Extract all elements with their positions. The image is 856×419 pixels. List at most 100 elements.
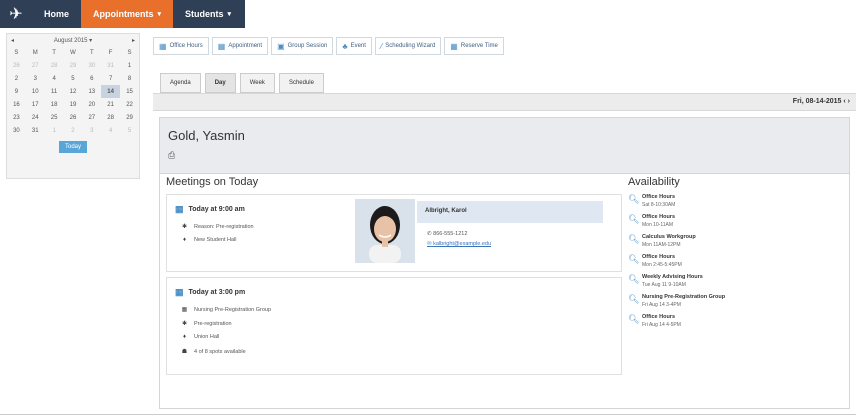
calendar-day[interactable]: 2 <box>7 72 26 85</box>
calendar-day[interactable]: 8 <box>120 72 139 85</box>
tab-agenda[interactable]: Agenda <box>160 73 201 93</box>
calendar-day[interactable]: 10 <box>26 85 45 98</box>
calendar-icon: ▦ <box>450 41 458 51</box>
person-phone: ✆ 866-555-1212 <box>427 231 467 237</box>
event-button[interactable]: ♣ Event <box>336 37 372 55</box>
calendar-month-select[interactable]: August 2015 ▾ <box>54 37 92 44</box>
gear-icon: ✱ <box>181 224 188 230</box>
availability-item[interactable]: 🔍︎ Weekly Advising Hours Tue Aug 11 9-10AM <box>628 274 844 288</box>
availability-section: Availability 🔍︎ Office Hours Sat 8-10:30AM… <box>628 176 844 334</box>
calendar-day[interactable]: 2 <box>64 124 83 137</box>
person-email[interactable]: ✉ kalbright@example.edu <box>427 241 491 247</box>
reserve-time-button[interactable]: ▦ Reserve Time <box>444 37 504 55</box>
person-photo-image <box>355 199 415 263</box>
calendar-day[interactable]: 3 <box>26 72 45 85</box>
meeting-time-label: Today at 9:00 am <box>188 206 245 213</box>
calendar-day[interactable]: 27 <box>26 59 45 72</box>
availability-item[interactable]: 🔍︎ Office Hours Fri Aug 14 4-5PM <box>628 314 844 328</box>
group-session-button[interactable]: ▣ Group Session <box>271 37 334 55</box>
calendar-day[interactable]: 14 <box>101 85 121 98</box>
availability-item-title: Nursing Pre-Registration Group <box>642 294 726 300</box>
nav-students-label: Students <box>185 9 224 19</box>
availability-item[interactable]: 🔍︎ Office Hours Mon 10-11AM <box>628 214 844 228</box>
location-pin-icon: ♦ <box>182 237 187 243</box>
nav-home[interactable]: Home <box>32 0 81 28</box>
calendar-day[interactable]: 13 <box>82 85 101 98</box>
tab-week[interactable]: Week <box>239 73 275 93</box>
availability-item[interactable]: 🔍︎ Office Hours Sat 8-10:30AM <box>628 194 844 208</box>
availability-item[interactable]: 🔍︎ Office Hours Mon 2:45-5:45PM <box>628 254 844 268</box>
calendar-day[interactable]: 19 <box>64 98 83 111</box>
calendar-day[interactable]: 1 <box>120 59 139 72</box>
calendar-next-button[interactable]: ▸ <box>132 37 135 44</box>
calendar-day[interactable]: 26 <box>64 111 83 124</box>
availability-item[interactable]: 🔍︎ Nursing Pre-Registration Group Fri Aug … <box>628 294 844 308</box>
meeting-spots-text: 4 of 8 spots available <box>194 348 246 355</box>
meeting-group: ▦ Nursing Pre-Registration Group <box>181 306 272 314</box>
calendar-day[interactable]: 24 <box>26 111 45 124</box>
meeting-card[interactable]: ▦ Today at 3:00 pm ▦ Nursing Pre-Registrat… <box>166 277 622 375</box>
calendar-day[interactable]: 5 <box>120 124 139 137</box>
meeting-card[interactable]: ▦ Today at 9:00 am ✱ Reason: Pre-registrat… <box>166 194 622 272</box>
meetings-title: Meetings on Today <box>166 176 259 188</box>
student-panel: Gold, Yasmin ⎙ Meetings on Today ▦ Today … <box>159 117 850 409</box>
calendar-day[interactable]: 29 <box>120 111 139 124</box>
divider <box>0 414 856 415</box>
calendar-day[interactable]: 27 <box>82 111 101 124</box>
calendar-day[interactable]: 28 <box>101 111 120 124</box>
weekday-label: T <box>89 49 94 56</box>
availability-item[interactable]: 🔍︎ Calculus Workgroup Mon 11AM-12PM <box>628 234 844 248</box>
calendar-day[interactable]: 22 <box>120 98 139 111</box>
calendar-day[interactable]: 4 <box>101 124 120 137</box>
calendar-day[interactable]: 23 <box>7 111 26 124</box>
calendar-day[interactable]: 28 <box>45 59 64 72</box>
availability-text: Office Hours Mon 2:45-5:45PM <box>642 254 682 268</box>
calendar-day[interactable]: 12 <box>64 85 83 98</box>
current-date[interactable]: Fri, 08-14-2015 ‹ › <box>793 98 850 105</box>
calendar-day[interactable]: 29 <box>64 59 83 72</box>
calendar-day[interactable]: 9 <box>7 85 26 98</box>
meeting-spots: ☗ 4 of 8 spots available <box>181 348 246 356</box>
calendar-day[interactable]: 30 <box>7 124 26 137</box>
today-button[interactable]: Today <box>59 141 87 153</box>
availability-item-time: Mon 10-11AM <box>642 222 674 228</box>
calendar-day[interactable]: 30 <box>82 59 101 72</box>
calendar-day[interactable]: 21 <box>101 98 120 111</box>
office-hours-button[interactable]: ▦ Office Hours <box>153 37 209 55</box>
calendar-day[interactable]: 26 <box>7 59 26 72</box>
calendar-day[interactable]: 31 <box>26 124 45 137</box>
calendar-day[interactable]: 16 <box>7 98 26 111</box>
availability-item-title: Office Hours <box>642 214 676 220</box>
appointment-button[interactable]: ▦ Appointment <box>211 37 269 55</box>
print-icon[interactable]: ⎙ <box>168 150 175 161</box>
availability-text: Weekly Advising Hours Tue Aug 11 9-10AM <box>642 274 703 288</box>
nav-appointments[interactable]: Appointments ▾ <box>81 0 174 28</box>
calendar-day[interactable]: 4 <box>45 72 64 85</box>
calendar-day[interactable]: 31 <box>101 59 120 72</box>
availability-icon: 🔍︎ <box>628 274 640 284</box>
calendar-day[interactable]: 6 <box>82 72 101 85</box>
calendar-day[interactable]: 20 <box>82 98 101 111</box>
availability-title: Availability <box>628 176 680 188</box>
scheduling-wizard-button[interactable]: ⁄ Scheduling Wizard <box>374 37 442 55</box>
toolbar-label: Reserve Time <box>460 43 498 49</box>
calendar-day[interactable]: 18 <box>45 98 64 111</box>
calendar-day[interactable]: 17 <box>26 98 45 111</box>
calendar-day[interactable]: 11 <box>45 85 64 98</box>
calendar-day[interactable]: 15 <box>120 85 139 98</box>
tab-schedule[interactable]: Schedule <box>278 73 324 93</box>
calendar-prev-button[interactable]: ◂ <box>11 37 14 44</box>
calendar-day[interactable]: 25 <box>45 111 64 124</box>
calendar-day[interactable]: 1 <box>45 124 64 137</box>
calendar-day[interactable]: 7 <box>101 72 120 85</box>
nav-students[interactable]: Students ▾ <box>173 0 243 28</box>
meeting-group-text: Nursing Pre-Registration Group <box>194 306 272 313</box>
calendar-day[interactable]: 3 <box>82 124 101 137</box>
app-logo-icon[interactable]: ✈ <box>0 0 32 28</box>
tab-day[interactable]: Day <box>204 73 236 93</box>
wand-icon: ⁄ <box>380 41 383 51</box>
calendar-day[interactable]: 5 <box>64 72 83 85</box>
availability-text: Office Hours Mon 10-11AM <box>642 214 675 228</box>
person-email-link[interactable]: kalbright@example.edu <box>433 241 491 247</box>
availability-list: 🔍︎ Office Hours Sat 8-10:30AM 🔍︎ Office Hour… <box>628 194 844 328</box>
